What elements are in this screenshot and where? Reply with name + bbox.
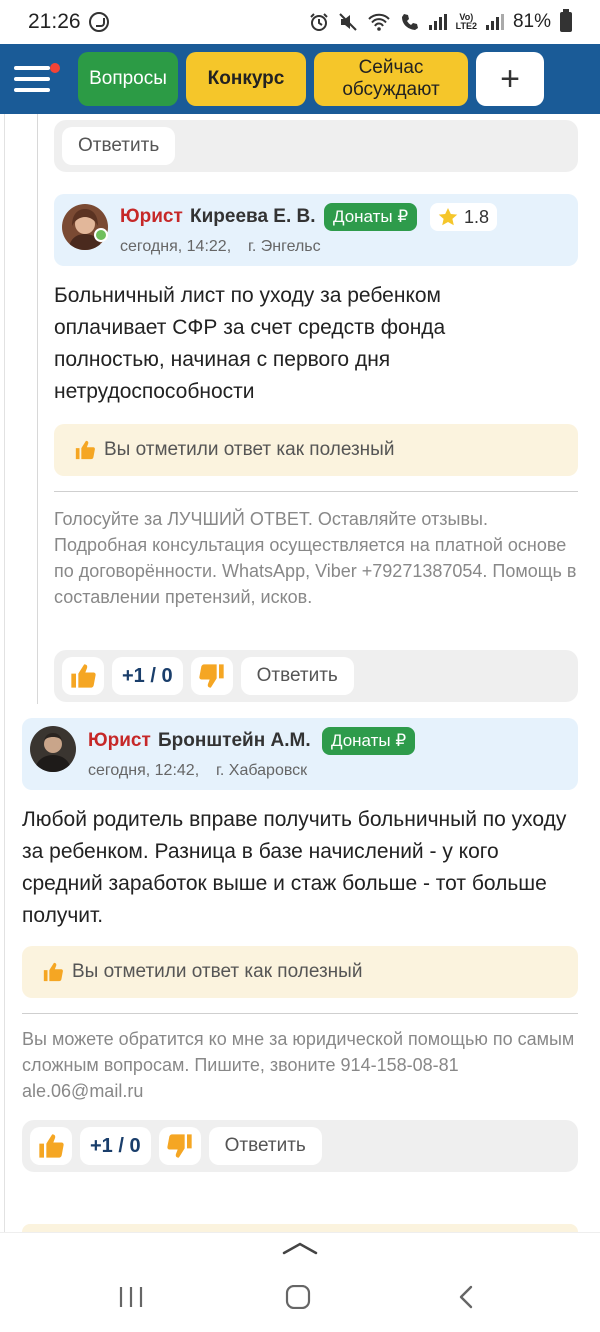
home-icon[interactable] bbox=[285, 1285, 311, 1309]
author-role: Юрист bbox=[88, 730, 151, 751]
reply-button[interactable]: Ответить bbox=[62, 127, 176, 165]
divider bbox=[22, 1013, 578, 1014]
thread-content: Ответить Юрист Киреева Е. В. Донаты ₽ 1.… bbox=[0, 114, 600, 1232]
thumbs-down-icon bbox=[198, 664, 224, 688]
post-time: сегодня, 14:22, bbox=[120, 238, 232, 255]
post-city: г. Хабаровск bbox=[216, 762, 308, 779]
status-time: 21:26 bbox=[28, 10, 81, 33]
questions-button[interactable]: Вопросы bbox=[78, 52, 178, 106]
vote-score: +1 / 0 bbox=[112, 657, 183, 695]
chevron-up-icon[interactable] bbox=[282, 1241, 318, 1255]
contest-button[interactable]: Конкурс bbox=[186, 52, 306, 106]
author-card: Юрист Бронштейн А.М. Донаты ₽ сегодня, 1… bbox=[22, 718, 578, 790]
useful-label: Вы отметили ответ как полезный bbox=[104, 439, 395, 460]
prev-post-actions: Ответить bbox=[54, 120, 578, 172]
author-signature: Вы можете обратится ко мне за юридическо… bbox=[22, 1029, 575, 1101]
useful-label: Вы отметили ответ как полезный bbox=[72, 961, 363, 982]
author-name[interactable]: Киреева Е. В. bbox=[190, 206, 316, 228]
reply-button[interactable]: Ответить bbox=[208, 1127, 322, 1165]
back-icon[interactable] bbox=[456, 1285, 476, 1309]
battery-icon bbox=[560, 9, 572, 32]
answer-actions: +1 / 0 Ответить bbox=[54, 650, 578, 702]
app-header: Вопросы Конкурс Сейчас обсуждают + bbox=[0, 44, 600, 114]
discussing-now-button[interactable]: Сейчас обсуждают bbox=[314, 52, 468, 106]
notification-dot bbox=[50, 63, 60, 73]
thumbs-up-icon bbox=[39, 1134, 64, 1158]
author-signature: Голосуйте за ЛУЧШИЙ ОТВЕТ. Оставляйте от… bbox=[54, 509, 577, 607]
author-card: Юрист Киреева Е. В. Донаты ₽ 1.8 сегодня… bbox=[54, 194, 578, 266]
avatar[interactable] bbox=[62, 204, 108, 250]
wifi-icon bbox=[367, 13, 390, 31]
mute-icon bbox=[338, 13, 357, 31]
thread-line-outer bbox=[4, 114, 5, 1232]
author-role: Юрист bbox=[120, 206, 183, 227]
star-icon bbox=[438, 208, 458, 226]
post-city: г. Энгельс bbox=[248, 238, 321, 255]
post-time: сегодня, 12:42, bbox=[88, 762, 200, 779]
system-nav-bar bbox=[0, 1232, 600, 1332]
rating-value: 1.8 bbox=[464, 206, 490, 227]
alarm-icon bbox=[309, 13, 328, 31]
dislike-button[interactable] bbox=[190, 657, 233, 695]
like-button[interactable] bbox=[62, 657, 104, 695]
add-question-button[interactable]: + bbox=[476, 52, 544, 106]
like-button[interactable] bbox=[30, 1127, 72, 1165]
online-indicator bbox=[94, 228, 108, 242]
menu-icon[interactable] bbox=[14, 59, 62, 99]
status-icons: Vo) LTE2 81% bbox=[309, 9, 572, 33]
useful-mark: Вы отметили ответ как полезный bbox=[22, 946, 578, 998]
vote-score: +1 / 0 bbox=[80, 1127, 151, 1165]
divider bbox=[54, 491, 578, 492]
thumbs-down-icon bbox=[166, 1134, 192, 1158]
screen: 21:26 Vo) LTE2 81% Вопросы Конкурс Сейчас… bbox=[0, 0, 600, 1332]
thumbs-up-icon bbox=[75, 440, 95, 460]
recents-icon[interactable] bbox=[118, 1285, 144, 1309]
signal-icon bbox=[428, 14, 447, 30]
call-icon bbox=[401, 14, 418, 30]
author-name[interactable]: Бронштейн А.М. bbox=[158, 730, 311, 752]
dislike-button[interactable] bbox=[158, 1127, 201, 1165]
donate-button[interactable]: Донаты ₽ bbox=[324, 203, 418, 231]
whatsapp-icon bbox=[88, 12, 109, 32]
author-rating: 1.8 bbox=[430, 203, 498, 231]
lte-label: Vo) LTE2 bbox=[455, 12, 477, 31]
answer-actions: +1 / 0 Ответить bbox=[22, 1120, 578, 1172]
signal-icon-2 bbox=[485, 14, 504, 30]
next-item-edge bbox=[22, 1224, 578, 1232]
battery-percent: 81% bbox=[512, 11, 551, 32]
reply-button[interactable]: Ответить bbox=[240, 657, 354, 695]
status-bar: 21:26 Vo) LTE2 81% bbox=[0, 0, 600, 44]
thread-line-nested bbox=[37, 114, 38, 704]
thumbs-up-icon bbox=[71, 664, 96, 688]
thumbs-up-icon bbox=[43, 962, 63, 982]
avatar[interactable] bbox=[30, 726, 76, 772]
donate-button[interactable]: Донаты ₽ bbox=[322, 727, 416, 755]
answer-text: Любой родитель вправе получить больничны… bbox=[22, 808, 567, 927]
answer-text: Больничный лист по уходу за ребенком опл… bbox=[54, 284, 446, 403]
useful-mark: Вы отметили ответ как полезный bbox=[54, 424, 578, 476]
